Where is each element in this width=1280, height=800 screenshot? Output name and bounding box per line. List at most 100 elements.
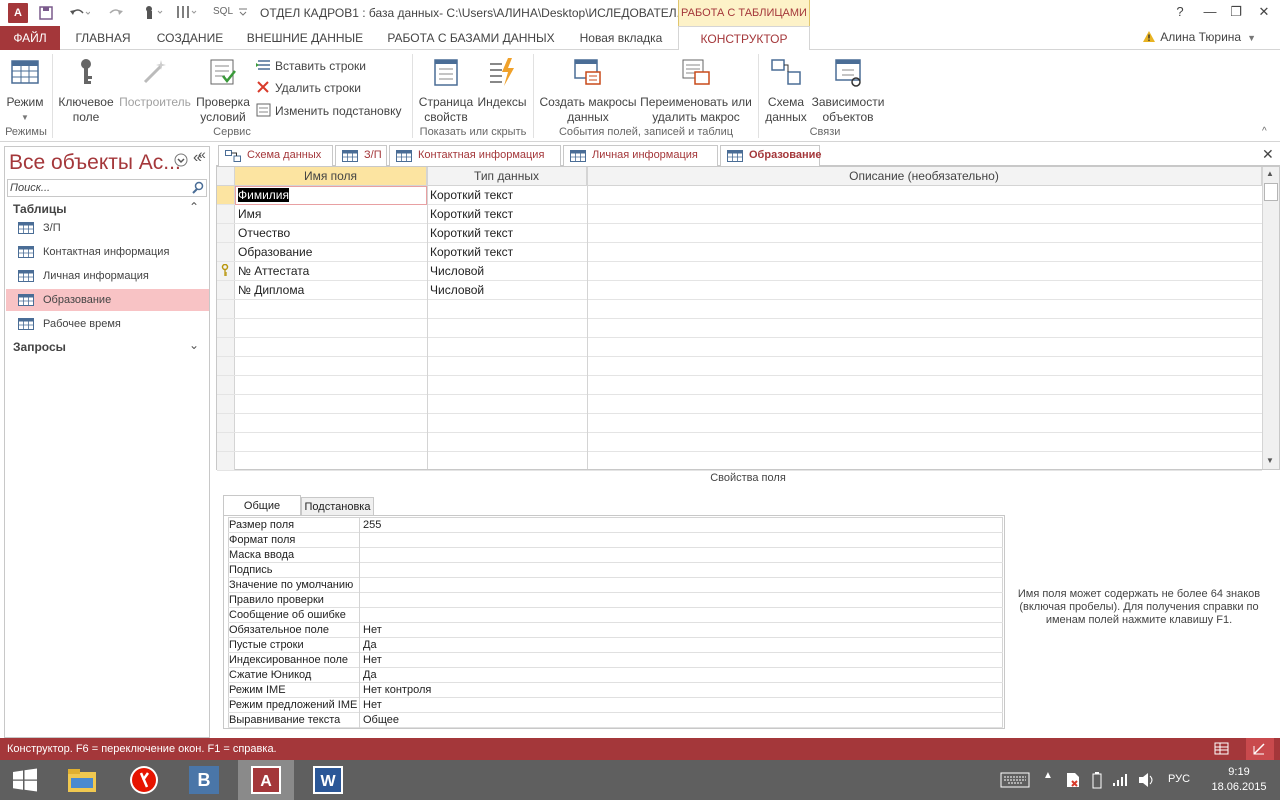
tab-create[interactable]: СОЗДАНИЕ — [146, 26, 234, 50]
property-row[interactable]: Размер поля 255 — [228, 518, 1003, 533]
test-rules-button[interactable]: Проверка условий — [194, 56, 252, 125]
view-button[interactable]: Режим ▼ — [2, 56, 48, 125]
search-icon[interactable] — [191, 181, 205, 195]
field-row[interactable] — [217, 338, 1262, 357]
nav-item-table[interactable]: Рабочее время — [6, 313, 209, 335]
field-row[interactable]: Имя Короткий текст — [217, 205, 1262, 224]
close-button[interactable]: ✕ — [1250, 2, 1278, 22]
field-name-cell[interactable]: Отчество — [235, 224, 427, 243]
property-row[interactable]: Подпись — [228, 563, 1003, 578]
scroll-up-icon[interactable]: ▲ — [1266, 169, 1274, 178]
create-data-macros-button[interactable]: Создать макросы данных — [536, 56, 640, 125]
tab-file[interactable]: ФАЙЛ — [0, 26, 60, 50]
clock[interactable]: 9:19 18.06.2015 — [1204, 765, 1274, 795]
tab-general[interactable]: Общие — [223, 495, 301, 516]
battery-icon[interactable] — [1090, 771, 1104, 789]
relationships-button[interactable]: Схема данных — [762, 56, 810, 125]
field-row[interactable] — [217, 319, 1262, 338]
description-cell[interactable] — [587, 243, 1262, 262]
language-indicator[interactable]: РУС — [1168, 773, 1190, 785]
volume-icon[interactable] — [1138, 772, 1156, 788]
document-tab[interactable]: Образование — [720, 145, 822, 167]
field-row[interactable] — [217, 376, 1262, 395]
field-row[interactable]: Образование Короткий текст — [217, 243, 1262, 262]
field-name-cell[interactable]: № Диплома — [235, 281, 427, 300]
scroll-thumb[interactable] — [1264, 183, 1278, 201]
user-account[interactable]: Алина Тюрина ▼ — [1142, 30, 1256, 44]
nav-item-table[interactable]: Образование — [6, 289, 209, 311]
start-button[interactable] — [0, 760, 56, 800]
property-sheet-button[interactable]: Страница свойств — [416, 56, 476, 125]
property-value[interactable]: Общее — [363, 713, 399, 727]
field-row[interactable] — [217, 452, 1262, 471]
rename-delete-macro-button[interactable]: Переименовать или удалить макрос — [640, 56, 752, 125]
property-value[interactable]: Нет — [363, 623, 382, 637]
property-row[interactable]: Значение по умолчанию — [228, 578, 1003, 593]
close-document-icon[interactable]: ✕ — [1262, 146, 1274, 163]
property-row[interactable]: Пустые строки Да — [228, 638, 1003, 653]
property-row[interactable]: Сообщение об ошибке — [228, 608, 1003, 623]
property-row[interactable]: Маска ввода — [228, 548, 1003, 563]
header-data-type[interactable]: Тип данных — [427, 167, 587, 186]
yandex-button[interactable] — [116, 760, 172, 800]
shutter-bar-icon[interactable]: « — [198, 146, 206, 162]
property-row[interactable]: Формат поля — [228, 533, 1003, 548]
field-row[interactable] — [217, 395, 1262, 414]
qat-dropdown-icon[interactable] — [238, 7, 248, 17]
property-row[interactable]: Сжатие Юникод Да — [228, 668, 1003, 683]
data-type-cell[interactable]: Короткий текст — [427, 205, 587, 224]
help-button[interactable]: ? — [1166, 2, 1194, 22]
nav-item-table[interactable]: З/П — [6, 217, 209, 239]
nav-group-queries[interactable]: Запросы — [13, 340, 66, 354]
property-row[interactable]: Режим IME Нет контроля — [228, 683, 1003, 698]
property-row[interactable]: Индексированное поле Нет — [228, 653, 1003, 668]
nav-item-table[interactable]: Личная информация — [6, 265, 209, 287]
modify-lookup-button[interactable]: Изменить подстановку — [256, 103, 401, 119]
tab-database-tools[interactable]: РАБОТА С БАЗАМИ ДАННЫХ — [376, 26, 566, 50]
property-value[interactable]: Нет — [363, 698, 382, 712]
collapse-group-icon[interactable]: ⌃ — [189, 200, 199, 214]
minimize-button[interactable]: — — [1196, 2, 1224, 22]
description-cell[interactable] — [587, 262, 1262, 281]
description-cell[interactable] — [587, 281, 1262, 300]
document-tab[interactable]: Схема данных — [218, 145, 333, 166]
vertical-scrollbar[interactable]: ▲ ▼ — [1262, 167, 1279, 469]
property-row[interactable]: Режим предложений IME Нет — [228, 698, 1003, 713]
save-icon[interactable] — [38, 5, 54, 21]
tab-new[interactable]: Новая вкладка — [566, 26, 676, 50]
description-cell[interactable] — [587, 224, 1262, 243]
nav-group-tables[interactable]: Таблицы — [13, 202, 66, 216]
field-row[interactable]: № Аттестата Числовой — [217, 262, 1262, 281]
network-icon[interactable] — [1112, 772, 1128, 788]
insert-rows-button[interactable]: Вставить строки — [256, 58, 366, 74]
word-button[interactable]: W — [300, 760, 356, 800]
header-description[interactable]: Описание (необязательно) — [587, 167, 1262, 186]
sql-button[interactable]: SQL — [213, 4, 233, 20]
collapse-ribbon-icon[interactable]: ^ — [1262, 126, 1267, 137]
tab-home[interactable]: ГЛАВНАЯ — [60, 26, 146, 50]
scroll-down-icon[interactable]: ▼ — [1266, 456, 1274, 465]
show-hidden-icons[interactable]: ▲ — [1043, 770, 1053, 781]
field-row[interactable]: Отчество Короткий текст — [217, 224, 1262, 243]
design-view-button[interactable] — [1246, 738, 1274, 760]
nav-menu-icon[interactable] — [174, 153, 188, 167]
customize-icon[interactable] — [174, 3, 200, 21]
tab-designer[interactable]: КОНСТРУКТОР — [678, 26, 810, 51]
description-cell[interactable] — [587, 205, 1262, 224]
data-type-cell[interactable]: Короткий текст — [427, 224, 587, 243]
property-value[interactable]: Да — [363, 668, 377, 682]
datasheet-view-icon[interactable] — [1214, 742, 1230, 756]
field-row[interactable]: Фимилия Короткий текст — [217, 186, 1262, 205]
data-type-cell[interactable]: Числовой — [427, 262, 587, 281]
nav-item-table[interactable]: Контактная информация — [6, 241, 209, 263]
property-value[interactable]: 255 — [363, 518, 381, 532]
explorer-button[interactable] — [54, 760, 110, 800]
nav-search-input[interactable]: Поиск... — [7, 179, 207, 197]
field-name-cell[interactable]: Фимилия — [235, 186, 427, 205]
field-row[interactable] — [217, 357, 1262, 376]
property-row[interactable]: Обязательное поле Нет — [228, 623, 1003, 638]
field-row[interactable]: № Диплома Числовой — [217, 281, 1262, 300]
vk-button[interactable]: B — [176, 760, 232, 800]
data-type-cell[interactable]: Числовой — [427, 281, 587, 300]
field-name-cell[interactable]: № Аттестата — [235, 262, 427, 281]
